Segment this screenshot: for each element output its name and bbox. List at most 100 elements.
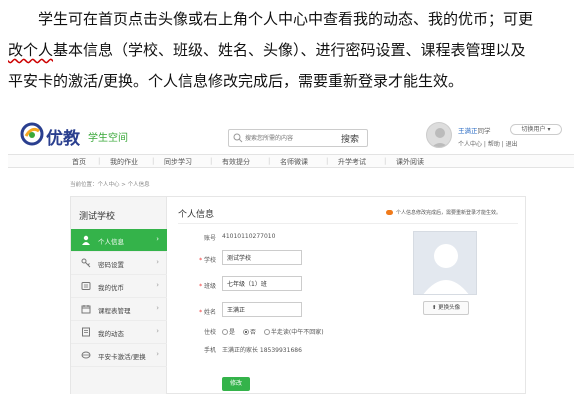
app-screenshot: 优教 学生空间 搜索 王满正同学 切换用户 ▾ 个人中心 | 帮助 | 退出 首… bbox=[8, 116, 574, 394]
user-icon bbox=[82, 235, 90, 245]
info-hint: 个人信息修改完成后，需要重新登录才能生效。 bbox=[386, 209, 501, 216]
activity-icon bbox=[82, 327, 90, 337]
boarding-option-half[interactable]: 半走读(中午不回家) bbox=[263, 329, 324, 336]
info-icon bbox=[386, 210, 393, 215]
main-nav: 首页 | 我的作业 | 同步学习 | 有效提分 | 名师微课 | 升学考试 | … bbox=[8, 154, 574, 168]
name-label: * 姓名 bbox=[168, 307, 216, 316]
chevron-right-icon: › bbox=[156, 281, 159, 289]
sidebar-item-label: 我的优币 bbox=[98, 284, 124, 292]
name-label-text: 姓名 bbox=[203, 309, 216, 316]
search-box: 搜索 bbox=[228, 129, 368, 147]
search-icon bbox=[233, 133, 243, 143]
nav-separator: | bbox=[268, 157, 271, 165]
save-button[interactable]: 修改 bbox=[222, 377, 250, 391]
sidebar-item-coins[interactable]: 我的优币 › bbox=[71, 275, 167, 298]
sidebar-item-label: 个人信息 bbox=[98, 238, 124, 246]
boarding-options: 是 否 半走读(中午不回家) bbox=[222, 327, 330, 336]
avatar[interactable] bbox=[426, 122, 452, 148]
nav-item-home[interactable]: 首页 bbox=[72, 157, 86, 167]
nav-separator: | bbox=[210, 157, 213, 165]
breadcrumb: 当前位置：个人中心 > 个人信息 bbox=[70, 182, 150, 188]
account-label: 账号 bbox=[203, 235, 216, 242]
radio-icon bbox=[263, 329, 270, 335]
intro-line-3: 平安卡的激活/更换。个人信息修改完成后，需要重新登录才能生效。 bbox=[8, 72, 464, 90]
sidebar-item-password[interactable]: 密码设置 › bbox=[71, 252, 167, 275]
nav-item-homework[interactable]: 我的作业 bbox=[110, 157, 138, 167]
phone-label: 手机 bbox=[203, 347, 216, 354]
sidebar-item-label: 平安卡激活/更换 bbox=[98, 353, 146, 361]
sidebar-menu: 个人信息 › 密码设置 › 我的优币 › 课程表管理 › 我的动态 › 平安卡激… bbox=[71, 229, 167, 367]
header: 优教 学生空间 搜索 王满正同学 切换用户 ▾ 个人中心 | 帮助 | 退出 bbox=[8, 116, 574, 154]
boarding-option-label: 是 bbox=[229, 329, 236, 336]
search-input[interactable] bbox=[245, 131, 335, 145]
switch-user-label: 切换用户 bbox=[521, 126, 546, 133]
nav-separator: | bbox=[326, 157, 329, 165]
logo-text: 优教 bbox=[46, 129, 80, 149]
boarding-option-yes[interactable]: 是 bbox=[222, 329, 235, 336]
search-button[interactable]: 搜索 bbox=[341, 132, 359, 145]
school-field[interactable] bbox=[222, 250, 302, 265]
avatar-placeholder-icon bbox=[431, 128, 449, 147]
radio-icon bbox=[222, 329, 228, 335]
sidebar-item-schedule[interactable]: 课程表管理 › bbox=[71, 298, 167, 321]
school-label-text: 学校 bbox=[203, 257, 216, 264]
title-divider bbox=[178, 223, 518, 224]
logo-icon bbox=[20, 122, 44, 146]
nav-item-micro-lessons[interactable]: 名师微课 bbox=[280, 157, 308, 167]
profile-photo bbox=[413, 231, 477, 295]
user-links[interactable]: 个人中心 | 帮助 | 退出 bbox=[458, 139, 518, 148]
class-label: * 班级 bbox=[168, 281, 216, 290]
boarding-option-no[interactable]: 否 bbox=[242, 329, 256, 336]
profile-panel: 测试学校 个人信息 › 密码设置 › 我的优币 › 课程表管理 › 我的动态 ›… bbox=[70, 196, 526, 394]
avatar-placeholder-icon bbox=[423, 244, 469, 294]
chevron-down-icon: ▾ bbox=[547, 126, 551, 133]
change-photo-label: 更换头像 bbox=[438, 305, 461, 311]
sidebar: 测试学校 个人信息 › 密码设置 › 我的优币 › 课程表管理 › 我的动态 ›… bbox=[71, 197, 167, 394]
sidebar-item-profile[interactable]: 个人信息 › bbox=[71, 229, 167, 252]
nav-separator: | bbox=[384, 157, 387, 165]
sidebar-item-safety-card[interactable]: 平安卡激活/更换 › bbox=[71, 344, 167, 367]
user-name-line: 王满正同学 bbox=[458, 125, 491, 135]
class-label-text: 班级 bbox=[203, 283, 216, 290]
intro-line-1: 学生可在首页点击头像或右上角个人中心中查看我的动态、我的优币；可更 bbox=[38, 10, 534, 28]
sidebar-school-name: 测试学校 bbox=[79, 212, 116, 222]
class-field[interactable] bbox=[222, 276, 302, 291]
nav-item-sync-learning[interactable]: 同步学习 bbox=[164, 157, 192, 167]
change-photo-button[interactable]: ⬆ 更换头像 bbox=[423, 301, 469, 315]
upload-icon: ⬆ bbox=[431, 305, 437, 311]
intro-text: 学生可在首页点击头像或右上角个人中心中查看我的动态、我的优币；可更 改个人基本信… bbox=[8, 4, 574, 97]
sidebar-item-activity[interactable]: 我的动态 › bbox=[71, 321, 167, 344]
nav-separator: | bbox=[98, 157, 101, 165]
nav-separator: | bbox=[152, 157, 155, 165]
chevron-right-icon: › bbox=[156, 235, 159, 243]
name-field[interactable] bbox=[222, 302, 302, 317]
card-icon bbox=[81, 351, 91, 359]
boarding-label: 住校 bbox=[203, 329, 216, 336]
switch-user-button[interactable]: 切换用户 ▾ bbox=[510, 124, 562, 135]
sidebar-item-label: 课程表管理 bbox=[98, 307, 131, 315]
profile-content: 个人信息 个人信息修改完成后，需要重新登录才能生效。 账号 4101011027… bbox=[168, 197, 526, 394]
user-name[interactable]: 王满正 bbox=[458, 127, 478, 135]
page-title: 个人信息 bbox=[178, 210, 215, 220]
boarding-option-label: 否 bbox=[249, 329, 256, 336]
sidebar-item-label: 密码设置 bbox=[98, 261, 124, 269]
chevron-right-icon: › bbox=[156, 350, 159, 358]
sidebar-item-label: 我的动态 bbox=[98, 330, 124, 338]
boarding-option-label: 半走读(中午不回家) bbox=[270, 329, 324, 336]
intro-line-2-start: 改个人 bbox=[8, 41, 54, 59]
phone-value: 王满正的家长 18539931686 bbox=[222, 347, 302, 354]
radio-selected-icon bbox=[242, 329, 249, 335]
chevron-right-icon: › bbox=[156, 327, 159, 335]
nav-item-reading[interactable]: 课外阅读 bbox=[396, 157, 424, 167]
nav-item-score-boost[interactable]: 有效提分 bbox=[222, 157, 250, 167]
chevron-right-icon: › bbox=[156, 304, 159, 312]
user-role: 同学 bbox=[477, 127, 491, 135]
chevron-right-icon: › bbox=[156, 258, 159, 266]
logo-subtitle: 学生空间 bbox=[88, 133, 128, 144]
school-label: * 学校 bbox=[168, 255, 216, 264]
calendar-icon bbox=[81, 305, 91, 314]
intro-line-2: 改个人基本信息（学校、班级、姓名、头像）、进行密码设置、课程表管理以及 bbox=[8, 35, 574, 66]
intro-line-2-rest: 基本信息（学校、班级、姓名、头像）、进行密码设置、课程表管理以及 bbox=[53, 41, 526, 59]
nav-item-exams[interactable]: 升学考试 bbox=[338, 157, 366, 167]
account-value: 41010110277010 bbox=[222, 233, 276, 240]
